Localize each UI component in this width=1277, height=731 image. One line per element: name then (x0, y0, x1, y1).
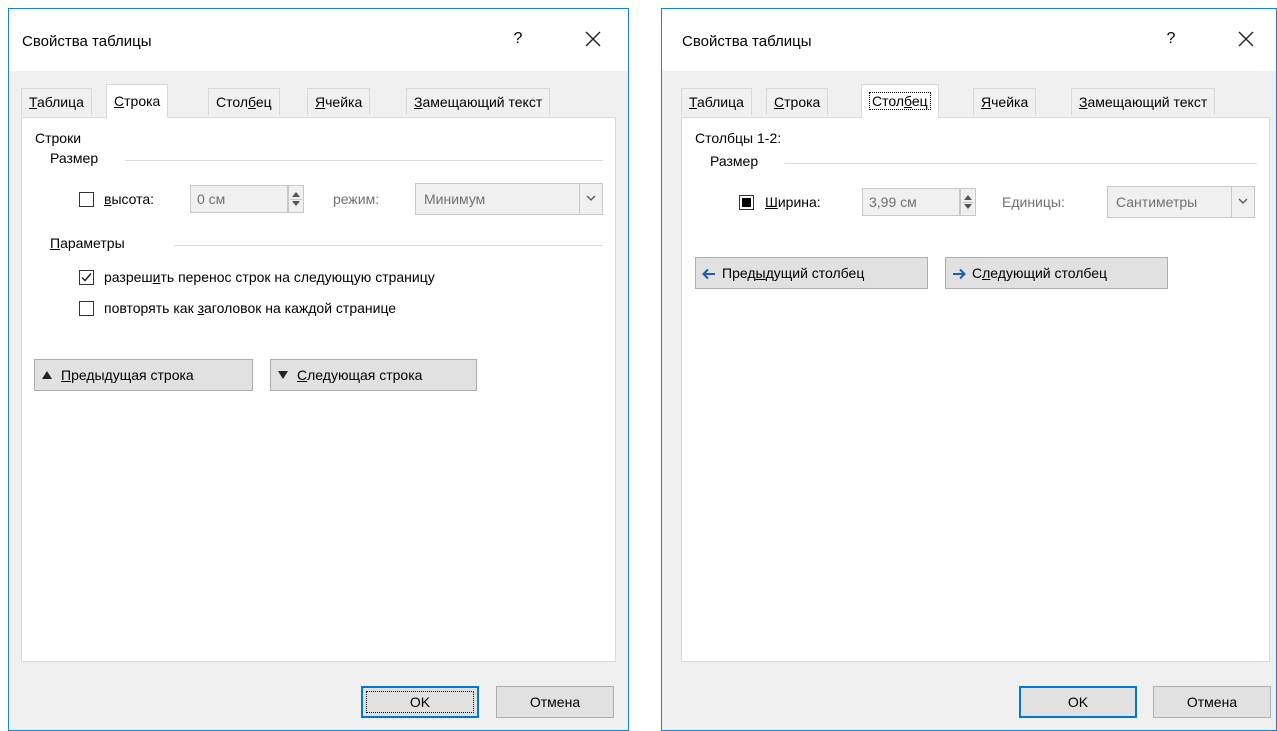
tab-bar: Таблица Строка Столбец Ячейка Замещающий… (21, 84, 616, 118)
ok-button[interactable]: OK (361, 686, 479, 718)
cancel-button[interactable]: Отмена (1153, 686, 1271, 718)
tab-bar: Таблица Строка Столбец Ячейка Замещающий… (681, 84, 1270, 118)
close-icon (1238, 31, 1254, 47)
width-spinner[interactable] (960, 188, 976, 216)
units-dropdown-button[interactable] (1231, 187, 1254, 217)
triangle-down-icon (278, 371, 288, 379)
mode-label: режим: (333, 191, 380, 207)
previous-row-button[interactable]: Предыдущая строка (34, 359, 253, 391)
close-button[interactable] (1232, 26, 1260, 52)
spin-up-icon (964, 195, 972, 200)
tab-row[interactable]: Строка (766, 88, 829, 115)
previous-column-button[interactable]: Предыдущий столбец (695, 257, 928, 289)
allow-break-label: разрешить перенос строк на следующую стр… (104, 269, 435, 285)
tab-panel-row: Строки Размер высота: 0 см режим: Миниму… (21, 117, 616, 662)
tab-row[interactable]: Строка (106, 84, 169, 118)
size-group-label: Размер (710, 153, 759, 169)
units-label: Единицы: (1002, 194, 1065, 210)
ok-button[interactable]: OK (1019, 686, 1137, 718)
mode-select-value: Минимум (424, 191, 486, 207)
section-title: Строки (35, 130, 82, 146)
tab-column[interactable]: Столбец (208, 88, 280, 115)
repeat-header-label: повторять как заголовок на каждой страни… (104, 300, 397, 316)
chevron-down-icon (586, 195, 596, 201)
tab-alt-text[interactable]: Замещающий текст (406, 88, 551, 115)
size-group-label: Размер (50, 150, 99, 166)
mode-dropdown-button[interactable] (579, 184, 602, 214)
width-checkbox[interactable] (739, 195, 754, 210)
tab-cell[interactable]: Ячейка (307, 88, 371, 115)
tab-panel-column: Столбцы 1-2: Размер Ширина: 3,99 см Един… (681, 117, 1270, 662)
mode-select[interactable]: Минимум (415, 183, 603, 215)
tab-alt-text[interactable]: Замещающий текст (1071, 88, 1216, 115)
chevron-down-icon (1238, 198, 1248, 204)
units-select-value: Сантиметры (1116, 194, 1198, 210)
spin-divider (962, 202, 974, 203)
check-icon (81, 273, 92, 282)
triangle-up-icon (42, 371, 52, 379)
close-button[interactable] (579, 26, 607, 52)
spin-divider (290, 199, 302, 200)
units-select[interactable]: Сантиметры (1107, 186, 1255, 218)
spin-up-icon (292, 192, 300, 197)
table-properties-dialog-column: Свойства таблицы ? Таблица Строка Столбе… (661, 8, 1277, 731)
dialog-title: Свойства таблицы (22, 33, 152, 50)
group-divider (785, 163, 1257, 164)
title-bar: Свойства таблицы ? (662, 9, 1276, 71)
table-properties-dialog-row: Свойства таблицы ? Таблица Строка Столбе… (8, 8, 629, 731)
tab-cell[interactable]: Ячейка (973, 88, 1037, 115)
arrow-right-icon (953, 268, 966, 280)
help-button[interactable]: ? (506, 26, 530, 52)
tab-table[interactable]: Таблица (21, 88, 92, 115)
cancel-button[interactable]: Отмена (496, 686, 614, 718)
spin-down-icon (292, 201, 300, 206)
allow-break-checkbox[interactable] (79, 270, 94, 285)
width-label: Ширина: (765, 194, 821, 210)
next-row-button[interactable]: Следующая строка (270, 359, 477, 391)
next-column-button[interactable]: Следующий столбец (945, 257, 1168, 289)
help-button[interactable]: ? (1159, 26, 1183, 52)
dialog-title: Свойства таблицы (682, 33, 812, 50)
title-bar: Свойства таблицы ? (9, 9, 628, 71)
tab-table[interactable]: Таблица (681, 88, 752, 115)
arrow-left-icon (702, 268, 715, 280)
height-label: высота: (104, 191, 155, 207)
height-checkbox[interactable] (79, 192, 94, 207)
height-input[interactable]: 0 см (190, 185, 288, 213)
section-title: Столбцы 1-2: (695, 130, 782, 146)
repeat-header-checkbox[interactable] (79, 301, 94, 316)
height-spinner[interactable] (288, 185, 304, 213)
tab-column[interactable]: Столбец (861, 84, 939, 118)
width-input[interactable]: 3,99 см (862, 188, 960, 216)
group-divider (174, 245, 603, 246)
spin-down-icon (964, 204, 972, 209)
close-icon (585, 31, 601, 47)
params-group-label: Параметры (50, 235, 125, 251)
group-divider (125, 160, 603, 161)
